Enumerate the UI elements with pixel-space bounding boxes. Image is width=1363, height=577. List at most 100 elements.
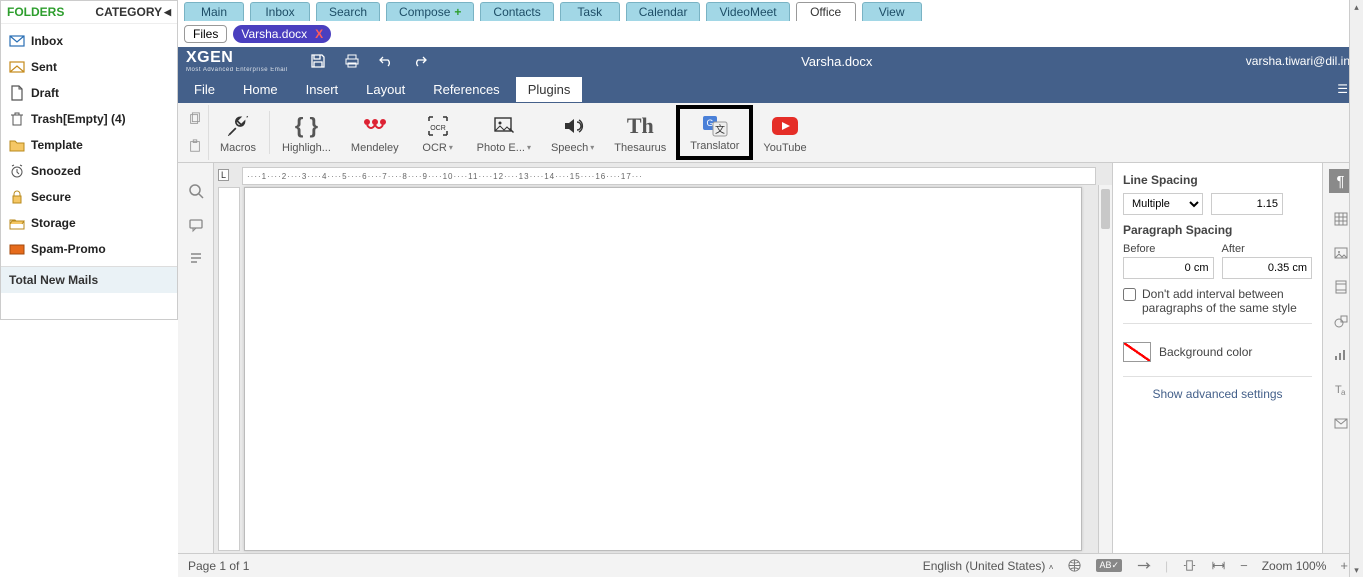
scrollbar-thumb[interactable] [1101, 189, 1110, 229]
clock-icon [9, 163, 25, 179]
ribbon-label: Translator [690, 140, 739, 152]
horizontal-ruler[interactable]: ····1····2····3····4····5····6····7····8… [242, 167, 1096, 185]
paste-icon[interactable] [188, 139, 202, 153]
page-indicator[interactable]: Page 1 of 1 [188, 559, 249, 573]
svg-text:a: a [1341, 388, 1346, 397]
window-scrollbar[interactable]: ▴ ▾ [1349, 0, 1363, 577]
total-new-mails[interactable]: Total New Mails [1, 266, 177, 293]
files-button[interactable]: Files [184, 25, 227, 43]
menu-plugins[interactable]: Plugins [516, 77, 583, 102]
ribbon-mendeley[interactable]: Mendeley [341, 105, 409, 160]
ruler-tab-marker[interactable]: L [218, 169, 229, 181]
ribbon-translator[interactable]: G文 Translator [676, 105, 753, 160]
sidebar-item-secure[interactable]: Secure [1, 184, 177, 210]
editor-body: L ····1····2····3····4····5····6····7···… [178, 163, 1358, 553]
line-spacing-value-input[interactable] [1211, 193, 1283, 215]
print-icon[interactable] [344, 53, 360, 69]
tab-office[interactable]: Office [796, 2, 856, 21]
ribbon-highlight[interactable]: { } Highligh... [272, 105, 341, 160]
hamburger-icon[interactable]: ☰ [1337, 82, 1348, 96]
ribbon-macros[interactable]: Macros [209, 105, 267, 160]
comments-icon[interactable] [188, 217, 204, 233]
sidebar-item-spam[interactable]: Spam-Promo [1, 236, 177, 262]
tab-view[interactable]: View [862, 2, 922, 21]
folder-icon [9, 137, 25, 153]
ribbon-thesaurus[interactable]: Th Thesaurus [604, 105, 676, 160]
copy-icon[interactable] [188, 112, 202, 126]
tab-contacts[interactable]: Contacts [480, 2, 553, 21]
menu-references[interactable]: References [421, 77, 511, 102]
textart-icon[interactable]: Ta [1333, 381, 1349, 397]
folders-tab[interactable]: FOLDERS [7, 5, 64, 19]
menu-layout[interactable]: Layout [354, 77, 417, 102]
folder-sidebar: FOLDERS CATEGORY◀ Inbox Sent Draft Trash… [0, 0, 178, 320]
zoom-out-icon[interactable]: − [1240, 558, 1248, 573]
tab-task[interactable]: Task [560, 2, 620, 21]
sidebar-item-sent[interactable]: Sent [1, 54, 177, 80]
menu-insert[interactable]: Insert [294, 77, 351, 102]
user-email[interactable]: varsha.tiwari@dil.in [1246, 54, 1350, 68]
shape-icon[interactable] [1333, 313, 1349, 329]
menu-file[interactable]: File [182, 77, 227, 102]
mendeley-icon [361, 112, 389, 140]
ribbon-label: Thesaurus [614, 142, 666, 154]
document-page[interactable] [244, 187, 1082, 551]
tab-search[interactable]: Search [316, 2, 380, 21]
sidebar-item-trash[interactable]: Trash[Empty] (4) [1, 106, 177, 132]
ribbon-photo-editor[interactable]: Photo E...▾ [467, 105, 541, 160]
bg-color-swatch[interactable] [1123, 342, 1151, 362]
chevron-down-icon: ▾ [590, 143, 594, 152]
tab-compose[interactable]: Compose+ [386, 2, 474, 21]
tab-calendar[interactable]: Calendar [626, 2, 701, 21]
scroll-up-icon[interactable]: ▴ [1350, 0, 1363, 14]
doc-title: Varsha.docx [428, 54, 1246, 69]
fit-width-icon[interactable] [1211, 558, 1226, 573]
spellcheck-icon[interactable]: AB✓ [1096, 559, 1122, 572]
ribbon-label: Speech▾ [551, 142, 594, 154]
sidebar-item-inbox[interactable]: Inbox [1, 28, 177, 54]
vertical-ruler[interactable] [218, 187, 240, 551]
scroll-down-icon[interactable]: ▾ [1350, 563, 1363, 577]
tab-main[interactable]: Main [184, 2, 244, 21]
sidebar-item-storage[interactable]: Storage [1, 210, 177, 236]
line-spacing-mode-select[interactable]: Multiple [1123, 193, 1203, 215]
open-file-tab[interactable]: Varsha.docx X [233, 25, 331, 43]
language-selector[interactable]: English (United States) ˄ [923, 559, 1054, 573]
ribbon-ocr[interactable]: OCR OCR▾ [409, 105, 467, 160]
tab-videomeet[interactable]: VideoMeet [706, 2, 789, 21]
show-advanced-link[interactable]: Show advanced settings [1123, 376, 1312, 401]
sidebar-item-template[interactable]: Template [1, 132, 177, 158]
track-changes-icon[interactable] [1136, 558, 1151, 573]
chart-icon[interactable] [1333, 347, 1349, 363]
sidebar-item-draft[interactable]: Draft [1, 80, 177, 106]
vertical-scrollbar[interactable] [1098, 185, 1112, 553]
ribbon-youtube[interactable]: YouTube [753, 105, 816, 160]
save-icon[interactable] [310, 53, 326, 69]
search-icon[interactable] [188, 183, 204, 199]
headings-icon[interactable] [188, 251, 204, 267]
ribbon-speech[interactable]: Speech▾ [541, 105, 604, 160]
fit-page-icon[interactable] [1182, 558, 1197, 573]
image-icon[interactable] [1333, 245, 1349, 261]
table-icon[interactable] [1333, 211, 1349, 227]
category-tab[interactable]: CATEGORY◀ [95, 5, 171, 19]
spacing-before-input[interactable] [1123, 257, 1214, 279]
spacing-after-input[interactable] [1222, 257, 1313, 279]
svg-text:OCR: OCR [430, 125, 446, 132]
menu-home[interactable]: Home [231, 77, 290, 102]
redo-icon[interactable] [412, 53, 428, 69]
zoom-label[interactable]: Zoom 100% [1262, 559, 1327, 573]
globe-icon[interactable] [1067, 558, 1082, 573]
undo-icon[interactable] [378, 53, 394, 69]
sidebar-item-snoozed[interactable]: Snoozed [1, 158, 177, 184]
paragraph-panel: Line Spacing Multiple Paragraph Spacing … [1112, 163, 1322, 553]
header-footer-icon[interactable] [1333, 279, 1349, 295]
mail-merge-icon[interactable] [1333, 415, 1349, 431]
translator-icon: G文 [701, 113, 729, 138]
zoom-in-icon[interactable]: + [1340, 558, 1348, 573]
no-interval-checkbox[interactable] [1123, 288, 1136, 301]
ribbon-label: Mendeley [351, 142, 399, 154]
close-file-icon[interactable]: X [315, 27, 323, 41]
ribbon-label: YouTube [763, 142, 806, 154]
tab-inbox[interactable]: Inbox [250, 2, 310, 21]
